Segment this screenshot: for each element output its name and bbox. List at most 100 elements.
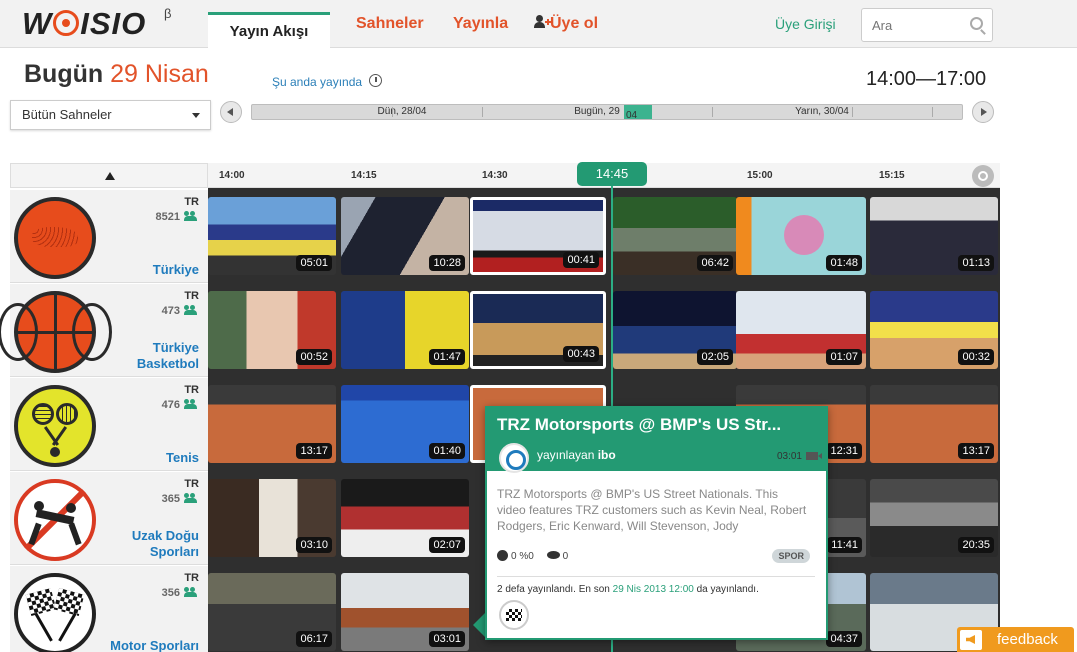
- checkered-flags-icon[interactable]: [499, 600, 529, 630]
- video-duration: 01:47: [429, 349, 465, 365]
- history-suffix: da yayınlandı.: [696, 584, 759, 595]
- subscriber-count: 473: [161, 305, 180, 317]
- video-duration: 04:37: [826, 631, 862, 647]
- scroll-right-button[interactable]: [972, 101, 994, 123]
- turkey-map-icon: [14, 197, 96, 279]
- subscriber-count: 476: [161, 399, 180, 411]
- video-thumbnail[interactable]: 01:07: [736, 291, 866, 369]
- video-thumbnail[interactable]: 00:32: [870, 291, 998, 369]
- video-duration: 12:31: [826, 443, 862, 459]
- scroller-tick: [392, 107, 393, 117]
- scroller-thumb[interactable]: 04: [624, 105, 652, 121]
- add-user-icon: [534, 15, 551, 29]
- signup-label: Üye ol: [550, 15, 599, 32]
- time-label: 14:30: [482, 170, 508, 181]
- day-scroller[interactable]: Dün, 28/04 Bugün, 29 04 Yarın, 30/04: [251, 104, 963, 121]
- grid-row: 05:01 10:28 00:41 06:42 01:48 01:13: [208, 188, 1000, 282]
- video-thumbnail[interactable]: 00:52: [208, 291, 336, 369]
- search-icon[interactable]: [970, 17, 983, 30]
- video-thumbnail[interactable]: 02:07: [341, 479, 469, 557]
- megaphone-icon: [960, 630, 982, 650]
- channel-country: TR: [184, 196, 199, 208]
- published-by-label: yayınlayan: [537, 448, 595, 462]
- video-thumbnail[interactable]: 05:01: [208, 197, 336, 275]
- channel-far-east-sports[interactable]: TR 365 Uzak Doğu Sporları: [10, 472, 208, 565]
- channel-basketball[interactable]: TR 473 Türkiye Basketbol: [0, 284, 208, 377]
- channel-country: TR: [184, 572, 199, 584]
- video-thumbnail[interactable]: 02:05: [613, 291, 737, 369]
- video-duration: 01:13: [958, 255, 994, 271]
- video-duration: 20:35: [958, 537, 994, 553]
- channel-name[interactable]: Türkiye Basketbol: [99, 340, 199, 372]
- video-thumbnail[interactable]: 00:43: [470, 291, 606, 369]
- video-duration: 02:07: [429, 537, 465, 553]
- video-duration: 13:17: [296, 443, 332, 459]
- time-label: 14:15: [351, 170, 377, 181]
- video-thumbnail[interactable]: 01:48: [736, 197, 866, 275]
- publisher-name[interactable]: ibo: [598, 448, 616, 462]
- nav-publish[interactable]: Yayınla: [453, 12, 508, 48]
- channel-name[interactable]: Uzak Doğu Sporları: [99, 528, 199, 560]
- search-input[interactable]: [862, 9, 962, 41]
- search-box[interactable]: [861, 8, 993, 42]
- users-icon: [184, 587, 198, 597]
- nav-signup[interactable]: Üye ol: [534, 12, 598, 48]
- channel-motorsports[interactable]: TR 356 Motor Sporları: [10, 566, 208, 652]
- scroller-tick: [712, 107, 713, 117]
- scroller-tomorrow[interactable]: Yarın, 30/04: [772, 105, 872, 119]
- video-thumbnail[interactable]: 00:41: [470, 197, 606, 275]
- video-thumbnail[interactable]: 01:40: [341, 385, 469, 463]
- scroller-yesterday[interactable]: Dün, 28/04: [352, 105, 452, 119]
- popup-duration: 03:01: [776, 451, 802, 462]
- clock-icon[interactable]: [369, 74, 382, 87]
- martial-arts-icon: [14, 479, 96, 561]
- channel-turkiye[interactable]: TR 8521 Türkiye: [10, 190, 208, 283]
- popup-title[interactable]: TRZ Motorsports @ BMP's US Str...: [497, 415, 781, 435]
- video-thumbnail[interactable]: 01:13: [870, 197, 998, 275]
- video-thumbnail[interactable]: 20:35: [870, 479, 998, 557]
- top-bar: W ISIO β Yayın Akışı Sahneler Yayınla Üye…: [0, 0, 1077, 49]
- video-duration: 05:01: [296, 255, 332, 271]
- video-duration: 00:32: [958, 349, 994, 365]
- beta-badge: β: [164, 6, 172, 21]
- video-info-popup[interactable]: TRZ Motorsports @ BMP's US Str... yayınl…: [485, 406, 828, 640]
- login-link[interactable]: Üye Girişi: [775, 16, 836, 32]
- time-label: 15:15: [879, 170, 905, 181]
- video-thumbnail[interactable]: 06:42: [613, 197, 737, 275]
- popup-header: TRZ Motorsports @ BMP's US Str... yayınl…: [487, 408, 826, 473]
- publisher-avatar-icon[interactable]: [499, 443, 529, 473]
- users-icon: [184, 399, 198, 409]
- video-thumbnail[interactable]: 13:17: [870, 385, 998, 463]
- chevron-down-icon: [192, 113, 200, 118]
- popup-stats: 0 %0 0: [497, 550, 568, 562]
- channel-country: TR: [184, 290, 199, 302]
- nav-scenes[interactable]: Sahneler: [356, 12, 424, 48]
- video-duration: 01:40: [429, 443, 465, 459]
- video-thumbnail[interactable]: 03:01: [341, 573, 469, 651]
- video-thumbnail[interactable]: 06:17: [208, 573, 336, 651]
- scroll-left-button[interactable]: [220, 101, 242, 123]
- subscriber-count: 365: [161, 493, 180, 505]
- zoom-icon[interactable]: [972, 165, 994, 187]
- channel-name[interactable]: Tenis: [99, 450, 199, 466]
- video-thumbnail[interactable]: 01:47: [341, 291, 469, 369]
- channel-name[interactable]: Motor Sporları: [99, 638, 199, 652]
- time-label: 14:00: [219, 170, 245, 181]
- scroller-today[interactable]: Bugün, 29: [567, 105, 627, 119]
- channel-name[interactable]: Türkiye: [99, 262, 199, 278]
- scene-select[interactable]: Bütün Sahneler: [10, 100, 211, 130]
- logo[interactable]: W ISIO: [22, 6, 146, 42]
- video-duration: 01:07: [826, 349, 862, 365]
- channel-tennis[interactable]: TR 476 Tenis: [10, 378, 208, 471]
- users-icon: [184, 305, 198, 315]
- tab-schedule[interactable]: Yayın Akışı: [208, 12, 330, 49]
- live-now-link[interactable]: Şu anda yayında: [272, 75, 362, 89]
- video-duration: 03:10: [296, 537, 332, 553]
- video-duration: 10:28: [429, 255, 465, 271]
- video-thumbnail[interactable]: 03:10: [208, 479, 336, 557]
- video-thumbnail[interactable]: 13:17: [208, 385, 336, 463]
- video-thumbnail[interactable]: 10:28: [341, 197, 469, 275]
- scroll-up-button[interactable]: [10, 163, 208, 188]
- eye-icon: [546, 551, 560, 559]
- category-tag[interactable]: SPOR: [772, 549, 810, 563]
